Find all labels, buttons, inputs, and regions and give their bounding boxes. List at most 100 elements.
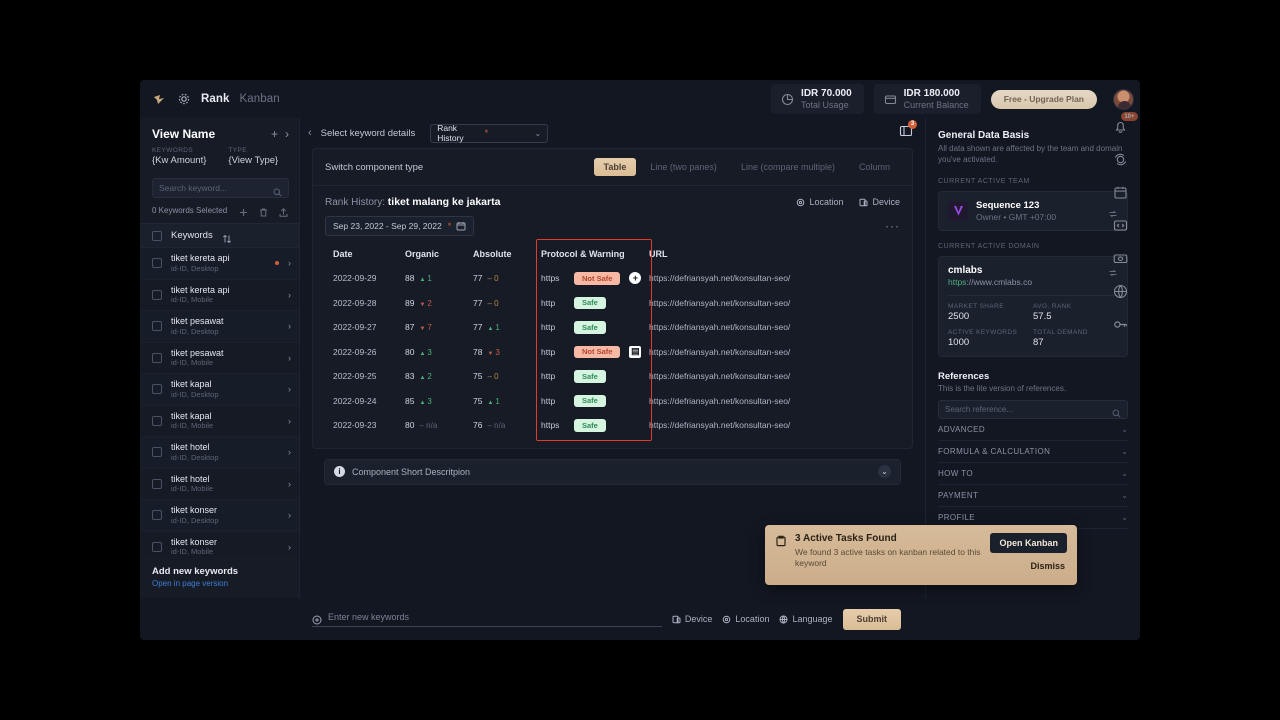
chevron-right-icon[interactable]: › <box>288 542 291 552</box>
nav-kanban[interactable]: Kanban <box>240 93 280 105</box>
col-protocol-warning[interactable]: Protocol & Warning <box>541 242 649 266</box>
component-type-column[interactable]: Column <box>849 158 900 176</box>
keyword-checkbox[interactable] <box>152 384 162 395</box>
chevron-right-icon[interactable]: › <box>288 447 291 457</box>
keyword-list-item[interactable]: tiket hotel id-ID, Desktop › <box>140 437 299 469</box>
chevron-down-icon[interactable]: ⌄ <box>1121 425 1128 434</box>
reference-item[interactable]: PAYMENT ⌄ <box>938 485 1128 507</box>
keyword-list-item[interactable]: tiket kapal id-ID, Mobile › <box>140 405 299 437</box>
bottom-option-language[interactable]: Language <box>779 614 833 624</box>
table-row[interactable]: 2022-09-29 88 ▲ 1 77 – 0 https Not Safe + https:/… <box>325 266 900 291</box>
keyword-checkbox[interactable] <box>152 258 162 269</box>
table-row[interactable]: 2022-09-23 80 – n/a 76 – n/a https Safe https:/… <box>325 413 900 438</box>
active-team-card[interactable]: Sequence 123 Owner • GMT +07:00 <box>938 190 1128 231</box>
new-keyword-field[interactable] <box>312 611 662 627</box>
export-icon[interactable] <box>278 205 289 217</box>
keyword-checkbox[interactable] <box>152 447 162 458</box>
kanban-board-icon[interactable]: 3 <box>899 119 917 143</box>
money-icon[interactable] <box>1112 250 1129 267</box>
chevron-right-icon[interactable]: › <box>288 353 291 363</box>
sort-icon[interactable] <box>222 231 232 243</box>
table-row[interactable]: 2022-09-26 80 ▲ 3 78 ▼ 3 http Not Safe ▤ https://d… <box>325 340 900 365</box>
location-filter[interactable]: Location <box>796 197 843 207</box>
keyword-checkbox[interactable] <box>152 289 162 300</box>
ellipsis-icon[interactable]: ··· <box>885 219 900 233</box>
keyword-list-item[interactable]: tiket kereta api id-ID, Desktop › <box>140 248 299 280</box>
keyword-checkbox[interactable] <box>152 415 162 426</box>
open-kanban-button[interactable]: Open Kanban <box>990 533 1067 553</box>
cell-url[interactable]: https://defriansyah.net/konsultan-seo/ <box>649 396 790 406</box>
cell-url[interactable]: https://defriansyah.net/konsultan-seo/ <box>649 322 790 332</box>
code-icon[interactable] <box>1112 217 1129 234</box>
new-keyword-input[interactable] <box>328 611 662 622</box>
calendar-icon[interactable] <box>1112 184 1129 201</box>
trash-icon[interactable] <box>258 205 269 217</box>
select-all-checkbox[interactable] <box>152 230 162 241</box>
keyword-list-item[interactable]: tiket pesawat id-ID, Desktop › <box>140 311 299 343</box>
chevron-right-icon[interactable]: › <box>285 128 289 140</box>
chevron-right-icon[interactable]: › <box>288 416 291 426</box>
table-row[interactable]: 2022-09-25 83 ▲ 2 75 – 0 http Safe https://defri… <box>325 364 900 389</box>
keyword-list-item[interactable]: tiket konser id-ID, Desktop › <box>140 500 299 532</box>
bottom-option-device[interactable]: Device <box>672 614 712 624</box>
keyword-checkbox[interactable] <box>152 321 162 332</box>
nav-rank[interactable]: Rank <box>201 93 230 105</box>
keyword-list-item[interactable]: tiket kapal id-ID, Desktop › <box>140 374 299 406</box>
chevron-down-icon[interactable]: ⌄ <box>1121 447 1128 456</box>
rank-history-select[interactable]: Rank History * ⌄ <box>430 123 549 143</box>
dismiss-button[interactable]: Dismiss <box>1030 561 1067 571</box>
keyword-checkbox[interactable] <box>152 510 162 521</box>
current-balance-chip[interactable]: IDR 180.000 Current Balance <box>873 84 981 114</box>
chevron-down-icon[interactable]: ⌄ <box>1121 513 1128 522</box>
globe-icon[interactable] <box>1112 283 1129 300</box>
keyword-list-item[interactable]: tiket pesawat id-ID, Mobile › <box>140 342 299 374</box>
gear-icon[interactable] <box>177 92 191 106</box>
device-filter[interactable]: Device <box>859 197 900 207</box>
cell-url[interactable]: https://defriansyah.net/konsultan-seo/ <box>649 347 790 357</box>
keyword-list-item[interactable]: tiket kereta api id-ID, Mobile › <box>140 279 299 311</box>
keyword-checkbox[interactable] <box>152 478 162 489</box>
cell-url[interactable]: https://defriansyah.net/konsultan-seo/ <box>649 298 790 308</box>
component-type-line-two[interactable]: Line (two panes) <box>640 158 727 176</box>
reference-item[interactable]: FORMULA & CALCULATION ⌄ <box>938 441 1128 463</box>
reference-item[interactable]: ADVANCED ⌄ <box>938 419 1128 441</box>
cell-url[interactable]: https://defriansyah.net/konsultan-seo/ <box>649 371 790 381</box>
date-range-picker[interactable]: Sep 23, 2022 - Sep 29, 2022 * <box>325 216 475 236</box>
note-icon[interactable]: ▤ <box>629 345 642 358</box>
add-circle-icon[interactable]: + <box>629 272 642 285</box>
chevron-right-icon[interactable]: › <box>288 321 291 331</box>
chevron-down-icon[interactable]: ⌄ <box>878 465 891 478</box>
table-row[interactable]: 2022-09-24 85 ▲ 3 75 ▲ 1 http Safe https://defria… <box>325 389 900 414</box>
table-row[interactable]: 2022-09-28 89 ▼ 2 77 – 0 http Safe https://defri… <box>325 291 900 316</box>
references-search-input[interactable] <box>945 404 1112 414</box>
col-url[interactable]: URL <box>649 242 900 266</box>
col-date[interactable]: Date <box>325 242 405 266</box>
keyword-list-item[interactable]: tiket hotel id-ID, Mobile › <box>140 468 299 500</box>
keyword-list-item[interactable]: tiket konser id-ID, Mobile › <box>140 531 299 557</box>
search-input[interactable] <box>159 183 273 193</box>
open-page-version-link[interactable]: Open in page version <box>152 579 287 588</box>
chevron-left-icon[interactable]: ‹ <box>308 127 312 139</box>
chevron-right-icon[interactable]: › <box>288 510 291 520</box>
component-type-table[interactable]: Table <box>593 158 637 176</box>
plus-icon[interactable]: + <box>271 128 278 140</box>
keyword-checkbox[interactable] <box>152 541 162 552</box>
submit-button[interactable]: Submit <box>842 608 901 630</box>
upgrade-plan-button[interactable]: Free - Upgrade Plan <box>990 89 1097 109</box>
references-search-box[interactable] <box>938 399 1128 419</box>
chevron-right-icon[interactable]: › <box>288 384 291 394</box>
chevron-right-icon[interactable]: › <box>288 290 291 300</box>
bell-icon[interactable]: 10+ <box>1112 112 1138 135</box>
avatar[interactable] <box>1113 88 1134 110</box>
chevron-right-icon[interactable]: › <box>288 479 291 489</box>
reference-item[interactable]: HOW TO ⌄ <box>938 463 1128 485</box>
keyword-search-box[interactable] <box>152 178 289 198</box>
table-row[interactable]: 2022-09-27 87 ▼ 7 77 ▲ 1 http Safe https://defria… <box>325 315 900 340</box>
bottom-option-location[interactable]: Location <box>722 614 769 624</box>
component-description-bar[interactable]: i Component Short Descritpion ⌄ <box>324 458 901 485</box>
history-icon[interactable] <box>1112 151 1129 168</box>
cell-url[interactable]: https://defriansyah.net/konsultan-seo/ <box>649 273 790 283</box>
keyword-checkbox[interactable] <box>152 352 162 363</box>
component-type-line-multi[interactable]: Line (compare multiple) <box>731 158 845 176</box>
key-icon[interactable] <box>1112 316 1129 333</box>
